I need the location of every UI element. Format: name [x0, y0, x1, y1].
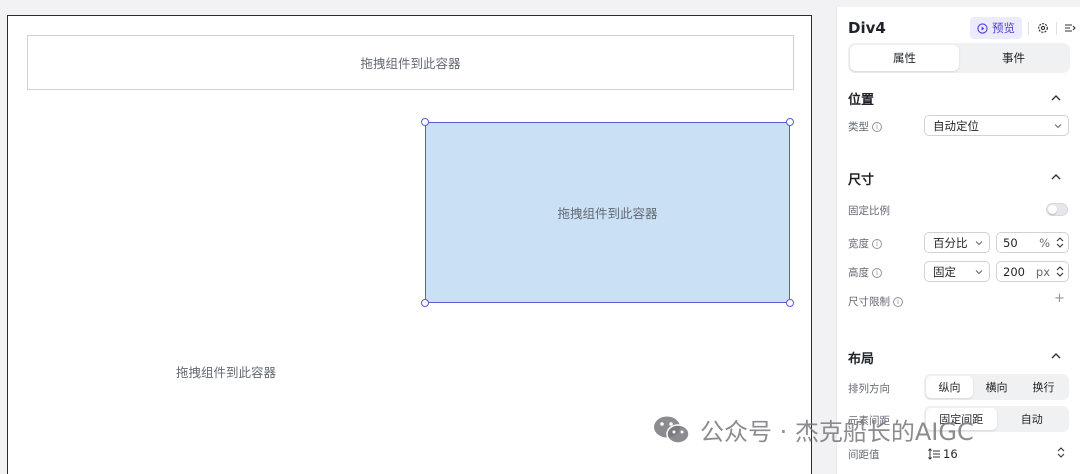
width-unit: % [1039, 235, 1050, 250]
chevron-up-icon[interactable] [1050, 350, 1062, 362]
tab-properties[interactable]: 属性 [850, 45, 959, 71]
direction-segmented: 纵向 横向 换行 [924, 374, 1069, 400]
fixed-ratio-toggle[interactable] [1046, 203, 1068, 216]
panel-header: Div4 预览 [848, 17, 1076, 39]
gap-label: 间距值 [848, 447, 880, 462]
resize-handle-top-right[interactable] [786, 118, 794, 126]
width-mode-value: 百分比 [933, 235, 968, 250]
settings-gear-icon[interactable] [1035, 20, 1051, 36]
info-icon[interactable]: i [893, 296, 903, 307]
dropzone-hint: 拖拽组件到此容器 [557, 206, 658, 221]
fixed-ratio-label-text: 固定比例 [848, 205, 890, 217]
chevron-up-icon[interactable] [1050, 92, 1062, 104]
divider [1056, 22, 1057, 35]
dropzone-container-bottom[interactable]: 拖拽组件到此容器 [176, 362, 276, 381]
height-value-input[interactable]: 200 px [996, 261, 1069, 282]
stepper-icon[interactable] [1056, 236, 1064, 249]
info-icon[interactable]: i [872, 121, 882, 132]
gap-label-text: 间距值 [848, 449, 880, 461]
gap-value: 16 [943, 446, 958, 461]
type-label: 类型 i [848, 119, 882, 134]
direction-option-horizontal[interactable]: 横向 [973, 376, 1020, 398]
width-value-input[interactable]: 50 % [996, 232, 1069, 253]
width-label-text: 宽度 [848, 238, 869, 250]
direction-option-vertical[interactable]: 纵向 [926, 376, 973, 398]
spacing-segmented: 固定间距 自动 [924, 406, 1069, 432]
spacing-label-text: 元素间距 [848, 415, 890, 427]
gap-value-input[interactable]: 16 [924, 443, 1069, 464]
resize-handle-bottom-right[interactable] [786, 299, 794, 307]
line-spacing-icon [928, 447, 940, 460]
width-mode-select[interactable]: 百分比 [924, 232, 990, 253]
add-size-limit-icon[interactable]: + [1054, 291, 1065, 306]
dropzone-hint: 拖拽组件到此容器 [360, 56, 461, 71]
fixed-ratio-label: 固定比例 [848, 203, 890, 218]
divider [1028, 22, 1029, 35]
resize-handle-bottom-left[interactable] [421, 299, 429, 307]
chevron-up-icon[interactable] [1050, 171, 1062, 183]
preview-button[interactable]: 预览 [970, 17, 1022, 39]
chevron-down-icon [1054, 124, 1062, 129]
resize-handle-top-left[interactable] [421, 118, 429, 126]
stepper-icon[interactable] [1056, 265, 1064, 278]
spacing-option-auto[interactable]: 自动 [997, 408, 1068, 430]
direction-label: 排列方向 [848, 381, 890, 396]
panel-tabs: 属性 事件 [848, 43, 1070, 73]
size-limit-label-text: 尺寸限制 [848, 296, 890, 308]
component-title: Div4 [848, 19, 886, 37]
collapse-panel-icon[interactable] [1062, 20, 1078, 36]
width-label: 宽度 i [848, 236, 882, 251]
preview-label: 预览 [992, 21, 1015, 35]
selected-container-div4[interactable]: 拖拽组件到此容器 [421, 118, 794, 307]
stepper-icon[interactable] [1057, 446, 1065, 459]
width-value: 50 [1003, 235, 1018, 250]
type-label-text: 类型 [848, 121, 869, 133]
position-type-select[interactable]: 自动定位 [924, 115, 1069, 136]
spacing-option-fixed[interactable]: 固定间距 [926, 408, 997, 430]
size-limit-label: 尺寸限制 i [848, 294, 903, 309]
tab-events[interactable]: 事件 [959, 45, 1068, 71]
info-icon[interactable]: i [872, 267, 882, 278]
height-label: 高度 i [848, 265, 882, 280]
section-title-size: 尺寸 [848, 173, 875, 188]
chevron-down-icon [975, 270, 983, 275]
dropzone-hint: 拖拽组件到此容器 [176, 365, 277, 380]
direction-option-wrap[interactable]: 换行 [1020, 376, 1067, 398]
direction-label-text: 排列方向 [848, 383, 890, 395]
section-title-position: 位置 [848, 93, 875, 108]
height-value: 200 [1003, 264, 1025, 279]
info-icon[interactable]: i [872, 238, 882, 249]
design-canvas[interactable]: 拖拽组件到此容器 拖拽组件到此容器 拖拽组件到此容器 [7, 15, 812, 474]
height-unit: px [1035, 264, 1050, 279]
position-type-value: 自动定位 [933, 118, 979, 133]
height-mode-value: 固定 [933, 264, 956, 279]
height-mode-select[interactable]: 固定 [924, 261, 990, 282]
chevron-down-icon [975, 241, 983, 246]
spacing-label: 元素间距 [848, 413, 890, 428]
height-label-text: 高度 [848, 267, 869, 279]
play-circle-icon [977, 22, 988, 34]
section-title-layout: 布局 [848, 352, 875, 367]
property-panel: Div4 预览 属性 事件 位置 类型 i 自动定位 尺寸 固定比例 宽度 i [836, 7, 1080, 474]
dropzone-container-top[interactable]: 拖拽组件到此容器 [27, 35, 794, 90]
